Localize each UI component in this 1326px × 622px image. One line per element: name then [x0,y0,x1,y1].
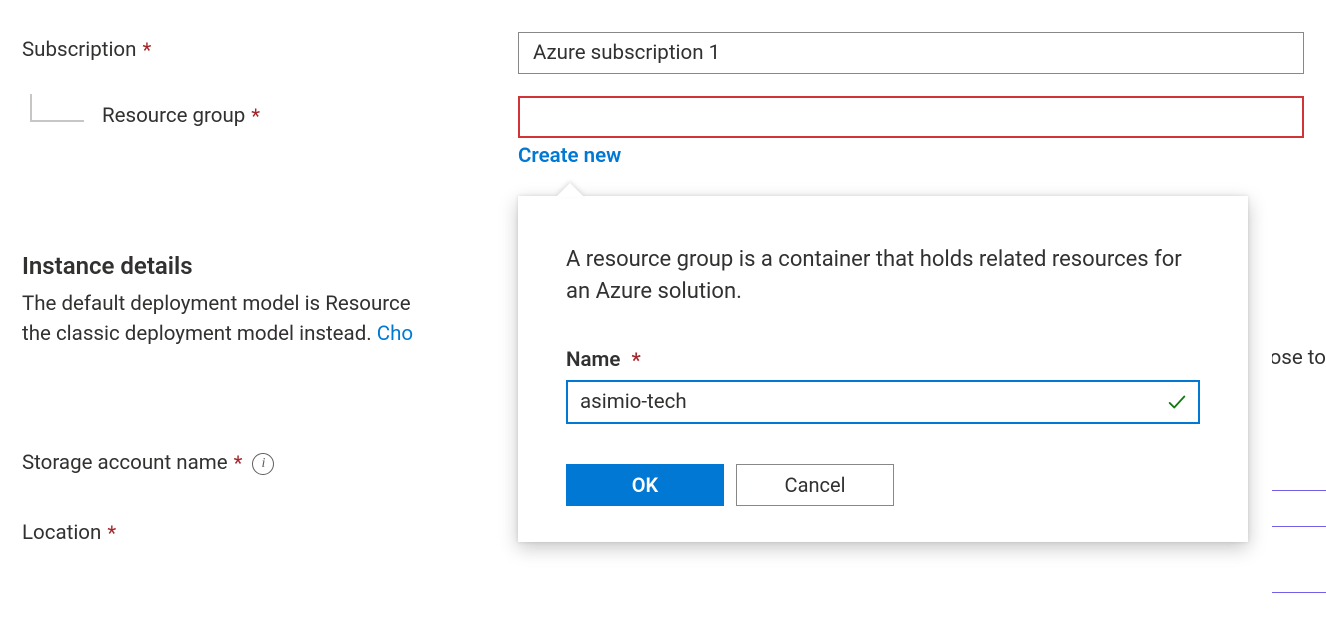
desc-part2: the classic deployment model instead. [22,322,377,346]
resource-group-row: Resource group * Create new [22,96,1304,168]
popover-button-row: OK Cancel [566,464,1200,506]
storage-account-label-text: Storage account name [22,451,228,475]
create-resource-group-popover: A resource group is a container that hol… [518,196,1248,542]
subscription-row: Subscription * Azure subscription 1 [22,32,1304,74]
subscription-label: Subscription * [22,38,151,62]
popover-name-input-wrap [566,380,1200,424]
desc-part1: The default deployment model is Resource [22,292,411,316]
field-underline [1272,490,1326,491]
storage-account-label: Storage account name * i [22,451,274,475]
location-label: Location * [22,521,116,545]
popover-name-label-text: Name [566,348,620,372]
popover-description: A resource group is a container that hol… [566,244,1200,308]
subscription-value: Azure subscription 1 [533,41,720,65]
required-asterisk: * [251,105,260,129]
location-label-text: Location [22,521,101,545]
cancel-button[interactable]: Cancel [736,464,894,506]
required-asterisk: * [631,349,640,373]
required-asterisk: * [142,39,151,63]
ok-button[interactable]: OK [566,464,724,506]
subscription-select[interactable]: Azure subscription 1 [518,32,1304,74]
resource-group-select[interactable] [518,96,1304,138]
required-asterisk: * [107,522,116,546]
field-underline [1272,592,1326,593]
subscription-label-text: Subscription [22,38,136,62]
resource-group-label: Resource group * [102,104,260,130]
overflow-text-fragment: ose to [1272,346,1326,370]
tree-branch-icon [30,94,84,122]
create-new-link[interactable]: Create new [518,144,621,168]
popover-name-label: Name * [566,348,1200,372]
resource-group-label-text: Resource group [102,104,245,128]
desc-link[interactable]: Cho [377,322,413,346]
resource-group-name-input[interactable] [566,380,1200,424]
field-underline [1272,526,1326,527]
required-asterisk: * [234,452,243,476]
info-icon[interactable]: i [252,453,274,475]
checkmark-icon [1166,391,1188,413]
